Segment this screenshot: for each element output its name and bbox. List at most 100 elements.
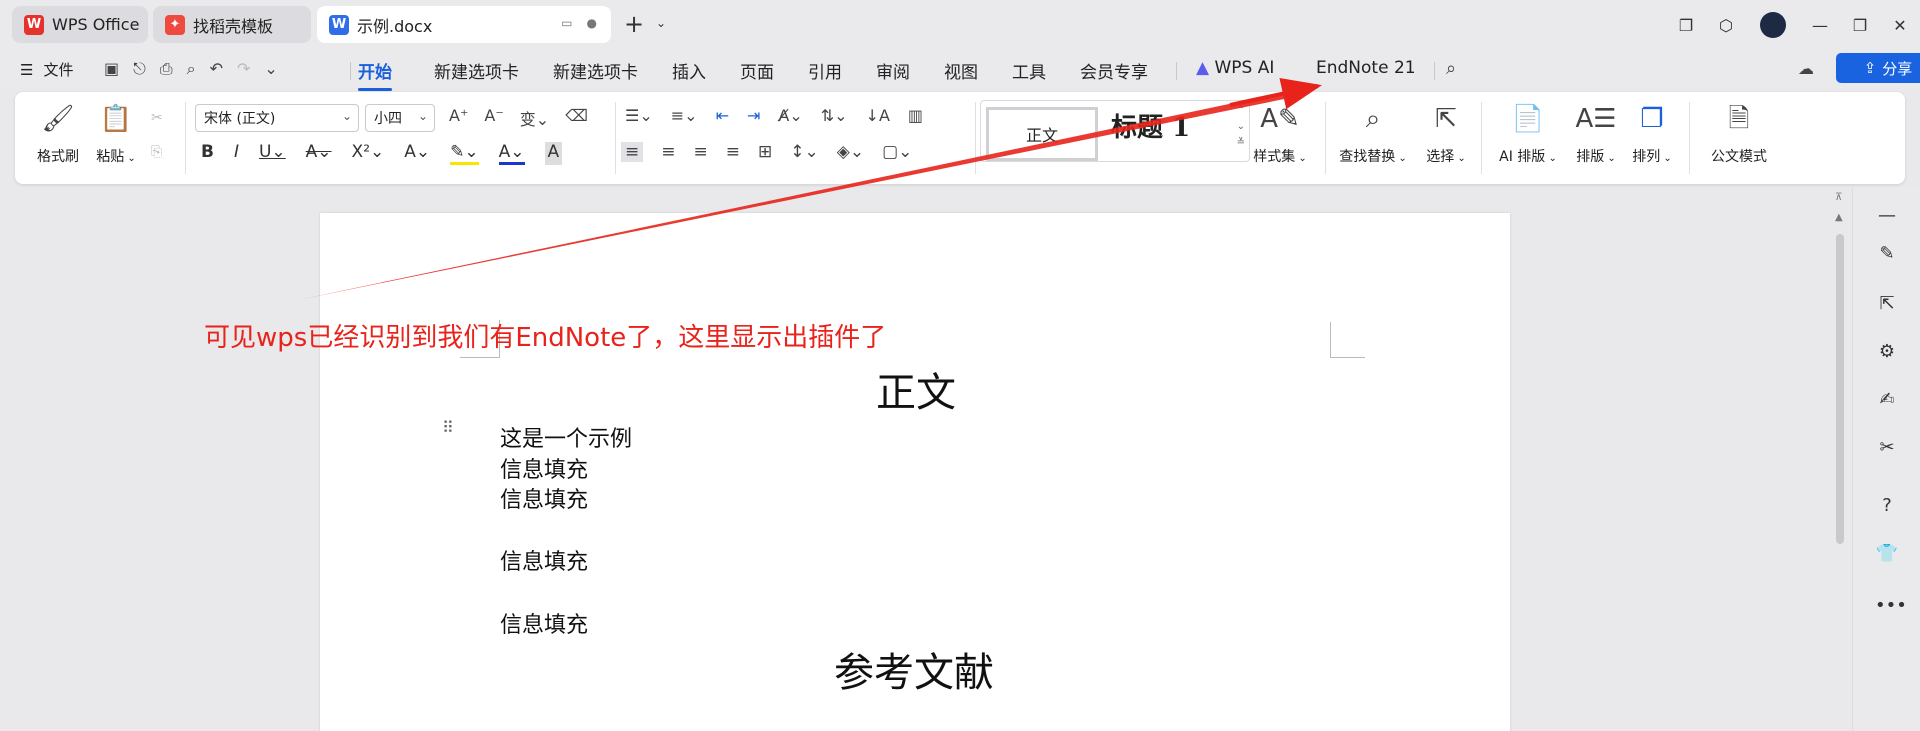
copy-icon[interactable]: ⎘ [151,144,162,160]
ai-layout-button[interactable]: 📄 AI 排版 ⌄ [1493,102,1563,166]
pointer-icon[interactable]: ⇱ [1875,292,1899,316]
doc-paragraph: 信息填充 [500,613,589,638]
text-effect-icon[interactable]: A⌄ [404,142,430,165]
justify-icon[interactable]: ≡ [726,142,740,162]
format-painter-button[interactable]: 🖌 格式刷 [33,102,83,166]
increase-indent-icon[interactable]: ⇥ [747,106,760,125]
drag-handle-icon[interactable]: ⠿ [442,420,454,436]
tab-wps-office[interactable]: W WPS Office [12,6,148,43]
bullet-list-icon[interactable]: ☰⌄ [625,106,653,125]
bold-icon[interactable]: B [201,142,214,165]
print-preview-icon[interactable]: ⌕ [187,59,196,79]
pen-icon[interactable]: ✎ [1875,242,1899,266]
skin-icon[interactable]: 👕 [1875,542,1899,566]
official-mode-label: 公文模式 [1711,149,1767,165]
tab-endnote[interactable]: EndNote 21 [1316,58,1416,78]
find-replace-button[interactable]: ⌕ 查找替换 ⌄ [1333,102,1413,166]
search-icon[interactable]: ⌕ [1446,58,1456,79]
arrange-button[interactable]: ❐ 排列 ⌄ [1627,102,1677,166]
scroll-thumb[interactable] [1836,234,1844,544]
cut-icon[interactable]: ✂ [151,110,163,126]
chevron-down-icon[interactable]: ⌄ [264,59,277,79]
layout-button[interactable]: A☰ 排版 ⌄ [1571,102,1621,166]
superscript-icon[interactable]: X²⌄ [352,142,385,165]
decrease-font-icon[interactable]: A⁻ [484,106,503,130]
tab-new-1[interactable]: 新建选项卡 [434,56,519,85]
tab-docer-templates[interactable]: ✦ 找稻壳模板 [153,6,311,43]
layout-icon: A☰ [1575,104,1617,134]
font-color-icon[interactable]: A⌄ [498,142,525,165]
style-heading-1[interactable]: 标题 1 [1111,107,1190,144]
clear-format-icon[interactable]: ⌫ [565,106,588,130]
line-spacing-icon[interactable]: ↕⌄ [790,142,819,162]
file-menu[interactable]: 文件 [43,59,73,80]
columns-icon[interactable]: ▥ [908,106,923,125]
cube-icon[interactable]: ⬡ [1706,16,1746,35]
style-set-button[interactable]: A✎ 样式集 ⌄ [1247,102,1313,166]
help-icon[interactable]: ? [1875,494,1899,518]
tab-wps-ai[interactable]: ▲ WPS AI [1196,58,1274,78]
scroll-up-icon[interactable]: ▲ [1835,212,1843,223]
paste-button[interactable]: 📋 粘贴 ⌄ [91,102,141,166]
style-scroll[interactable]: ⌃ ⌄ ≚ [1237,103,1245,151]
print-icon[interactable]: ⎙ [160,59,173,79]
font-size-select[interactable]: 小四 ⌄ [365,104,435,132]
highlight-icon[interactable]: ✎⌄ [450,142,479,165]
decrease-indent-icon[interactable]: ⇤ [716,106,729,125]
minimize-button[interactable]: — [1800,16,1840,35]
tab-member[interactable]: 会员专享 [1080,56,1148,85]
tab-insert[interactable]: 插入 [672,56,706,85]
underline-icon[interactable]: U⌄ [259,142,286,165]
font-size-value: 小四 [374,111,402,127]
italic-icon[interactable]: I [234,142,239,165]
text-direction-icon[interactable]: A̸⌄ [778,106,802,125]
sign-icon[interactable]: ✍ [1875,388,1899,412]
chevron-down-icon[interactable]: ⌄ [656,16,666,30]
hamburger-icon[interactable]: ☰ [20,61,33,79]
official-mode-button[interactable]: 🗎 公文模式 [1701,102,1777,166]
align-center-icon[interactable]: ≡ [661,142,675,162]
select-button[interactable]: ⇱ 选择 ⌄ [1419,102,1473,166]
border-icon[interactable]: ▢⌄ [882,142,912,162]
tools-icon[interactable]: ✂ [1875,436,1899,460]
settings-sliders-icon[interactable]: ⚙ [1875,340,1899,364]
split-view-icon[interactable]: ⊼ [1835,192,1842,203]
export-icon[interactable]: ⎋ [133,59,146,79]
tab-document[interactable]: W 示例.docx ▭ ● [317,6,611,43]
cloud-upload-icon[interactable]: ☁ [1798,59,1820,79]
new-tab-button[interactable]: + [624,12,644,36]
distribute-icon[interactable]: ⊞ [758,142,772,162]
undo-icon[interactable]: ↶ [210,59,223,79]
window-switch-icon[interactable]: ❐ [1666,16,1706,35]
share-button[interactable]: ⇪ 分享 [1836,53,1920,83]
vertical-scrollbar[interactable]: ⊼ ▲ [1832,192,1848,731]
sort-az-icon[interactable]: ↓A [866,106,890,125]
save-icon[interactable]: ▣ [104,59,119,79]
more-icon[interactable]: ••• [1875,594,1907,618]
redo-icon[interactable]: ↷ [237,59,250,79]
font-name-select[interactable]: 宋体 (正文) ⌄ [195,104,359,132]
style-normal[interactable]: 正文 [986,107,1098,161]
strikethrough-icon[interactable]: A⌄ [306,142,332,165]
align-left-icon[interactable]: ≡ [621,142,644,162]
align-right-icon[interactable]: ≡ [694,142,708,162]
increase-font-icon[interactable]: A⁺ [449,106,468,130]
tab-page[interactable]: 页面 [740,56,774,85]
tab-references[interactable]: 引用 [808,56,842,85]
numbered-list-icon[interactable]: ≡⌄ [671,106,698,125]
shading-icon[interactable]: ◈⌄ [837,142,864,162]
close-button[interactable]: ✕ [1880,16,1920,35]
restore-button[interactable]: ❐ [1840,16,1880,35]
collapse-icon[interactable]: — [1875,204,1899,228]
tab-review[interactable]: 审阅 [876,56,910,85]
tab-tools[interactable]: 工具 [1012,56,1046,85]
sort-icon[interactable]: ⇅⌄ [821,106,848,125]
phonetic-icon[interactable]: 变⌄ [520,106,549,130]
tab-view[interactable]: 视图 [944,56,978,85]
avatar[interactable] [1760,12,1786,38]
tab-home[interactable]: 开始 [358,56,392,91]
doc-paragraph: 这是一个示例 [500,427,633,452]
char-shading-icon[interactable]: A [544,142,563,165]
tab-new-2[interactable]: 新建选项卡 [553,56,638,85]
monitor-icon[interactable]: ▭ [561,16,572,30]
